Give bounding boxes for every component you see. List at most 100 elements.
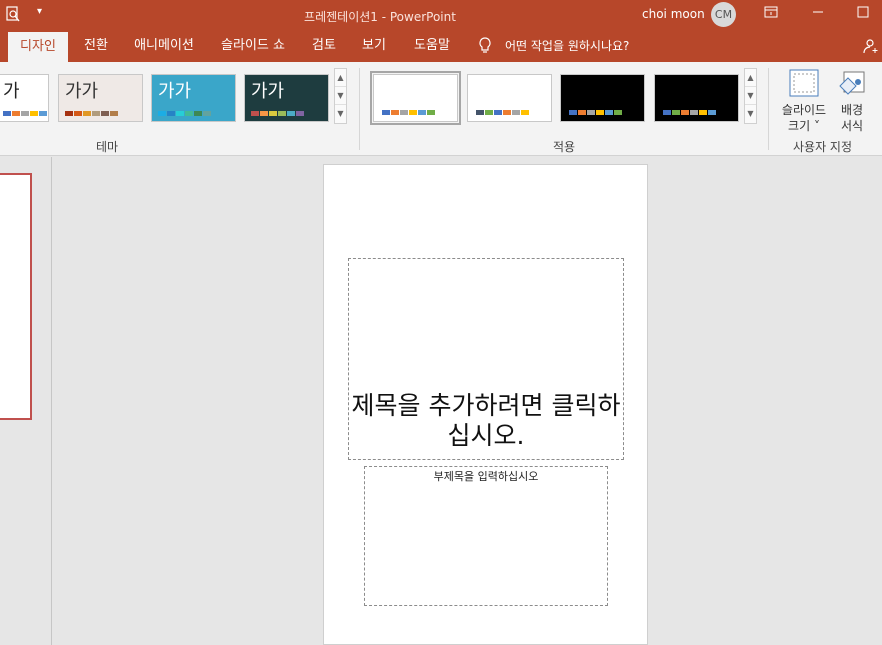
tab-design[interactable]: 디자인	[8, 32, 68, 62]
slide-size-icon[interactable]	[788, 68, 820, 102]
color-swatch	[382, 110, 390, 115]
color-swatch	[48, 111, 49, 116]
tab-view[interactable]: 보기	[355, 30, 393, 62]
color-swatch	[418, 110, 426, 115]
theme-thumbnail[interactable]: 가가	[244, 74, 329, 122]
color-swatch	[74, 111, 82, 116]
color-swatch	[690, 110, 698, 115]
color-swatch	[176, 111, 184, 116]
variant-gallery-scroll[interactable]: ▲ ▼ ▼	[744, 68, 757, 124]
color-swatch	[260, 111, 268, 116]
color-swatch	[203, 111, 211, 116]
gallery-more-icon[interactable]: ▼	[335, 105, 346, 123]
theme-thumbnail[interactable]: 가	[0, 74, 49, 122]
tab-slide-show[interactable]: 슬라이드 쇼	[214, 30, 292, 62]
color-swatch	[503, 110, 511, 115]
tell-me-search[interactable]: 어떤 작업을 원하시나요?	[505, 30, 629, 62]
color-swatch	[587, 110, 595, 115]
color-swatch	[391, 110, 399, 115]
themes-group-label: 테마	[96, 140, 119, 154]
scroll-up-icon[interactable]: ▲	[745, 69, 756, 87]
color-swatch	[681, 110, 689, 115]
color-swatch	[296, 111, 304, 116]
theme-thumbnail[interactable]: 가가	[58, 74, 143, 122]
slide-size-label: 크기 ˅	[788, 119, 820, 133]
color-swatch	[278, 111, 286, 116]
color-swatch	[39, 111, 47, 116]
theme-swatches	[251, 111, 305, 116]
color-swatch	[185, 111, 193, 116]
customize-group-label: 사용자 지정	[793, 140, 853, 154]
tab-transitions[interactable]: 전환	[76, 30, 116, 62]
color-swatch	[427, 110, 435, 115]
color-swatch	[65, 111, 73, 116]
theme-label: 가가	[251, 81, 285, 102]
group-divider	[359, 68, 360, 150]
slide-size-button[interactable]: 슬라이드 크기 ˅	[776, 102, 832, 134]
variant-thumbnail[interactable]	[467, 74, 552, 122]
minimize-icon[interactable]	[808, 4, 828, 24]
color-swatch	[12, 111, 20, 116]
variant-swatches	[476, 110, 530, 115]
share-user-icon[interactable]	[860, 30, 882, 62]
avatar[interactable]: CM	[711, 2, 736, 27]
format-background-icon[interactable]	[836, 68, 868, 104]
format-background-label: 서식	[840, 119, 864, 133]
slide-size-label: 슬라이드	[781, 103, 827, 117]
color-swatch	[409, 110, 417, 115]
format-background-label: 배경	[840, 103, 864, 117]
color-swatch	[596, 110, 604, 115]
color-swatch	[708, 110, 716, 115]
variant-thumbnail[interactable]	[560, 74, 645, 122]
color-swatch	[699, 110, 707, 115]
variant-swatches	[382, 110, 436, 115]
ribbon-panel: 가 가가 가가 가가 ▲ ▼ ▼ 테마 ▲ ▼ ▼ 적용 슬라이드 크기 ˅ 배…	[0, 62, 882, 156]
theme-label: 가가	[65, 81, 99, 102]
maximize-icon[interactable]	[853, 4, 873, 24]
scroll-down-icon[interactable]: ▼	[335, 87, 346, 105]
ribbon-tabs: 디자인 전환 애니메이션 슬라이드 쇼 검토 보기 도움말 어떤 작업을 원하시…	[0, 30, 882, 62]
color-swatch	[400, 110, 408, 115]
theme-gallery-scroll[interactable]: ▲ ▼ ▼	[334, 68, 347, 124]
color-swatch	[672, 110, 680, 115]
subtitle-placeholder-text[interactable]: 부제목을 입력하십시오	[365, 468, 607, 484]
theme-thumbnail[interactable]: 가가	[151, 74, 236, 122]
group-divider	[768, 68, 769, 150]
color-swatch	[614, 110, 622, 115]
gallery-more-icon[interactable]: ▼	[745, 105, 756, 123]
tab-review[interactable]: 검토	[305, 30, 343, 62]
color-swatch	[110, 111, 118, 116]
slide-thumbnail[interactable]	[0, 173, 32, 420]
title-placeholder[interactable]: 제목을 추가하려면 클릭하십시오.	[348, 258, 624, 460]
theme-label: 가가	[158, 81, 192, 102]
tab-animations[interactable]: 애니메이션	[128, 30, 200, 62]
theme-swatches	[65, 111, 119, 116]
color-swatch	[663, 110, 671, 115]
color-swatch	[92, 111, 100, 116]
slide-thumbnail-pane[interactable]	[0, 157, 52, 645]
theme-label: 가	[3, 81, 20, 102]
color-swatch	[30, 111, 38, 116]
slide-canvas[interactable]: 제목을 추가하려면 클릭하십시오. 부제목을 입력하십시오	[323, 164, 648, 645]
color-swatch	[287, 111, 295, 116]
variant-thumbnail[interactable]	[370, 71, 461, 125]
format-background-button[interactable]: 배경 서식	[834, 102, 870, 134]
color-swatch	[167, 111, 175, 116]
scroll-up-icon[interactable]: ▲	[335, 69, 346, 87]
subtitle-placeholder[interactable]: 부제목을 입력하십시오	[364, 466, 608, 606]
color-swatch	[569, 110, 577, 115]
color-swatch	[158, 111, 166, 116]
color-swatch	[251, 111, 259, 116]
variant-thumbnail[interactable]	[654, 74, 739, 122]
tab-help[interactable]: 도움말	[405, 30, 459, 62]
variants-group-label: 적용	[553, 140, 576, 154]
title-placeholder-text[interactable]: 제목을 추가하려면 클릭하십시오.	[349, 391, 623, 451]
ribbon-display-options-icon[interactable]	[761, 4, 781, 24]
user-name[interactable]: choi moon	[642, 7, 705, 21]
color-swatch	[21, 111, 29, 116]
theme-swatches	[3, 111, 49, 116]
scroll-down-icon[interactable]: ▼	[745, 87, 756, 105]
color-swatch	[521, 110, 529, 115]
color-swatch	[476, 110, 484, 115]
color-swatch	[578, 110, 586, 115]
